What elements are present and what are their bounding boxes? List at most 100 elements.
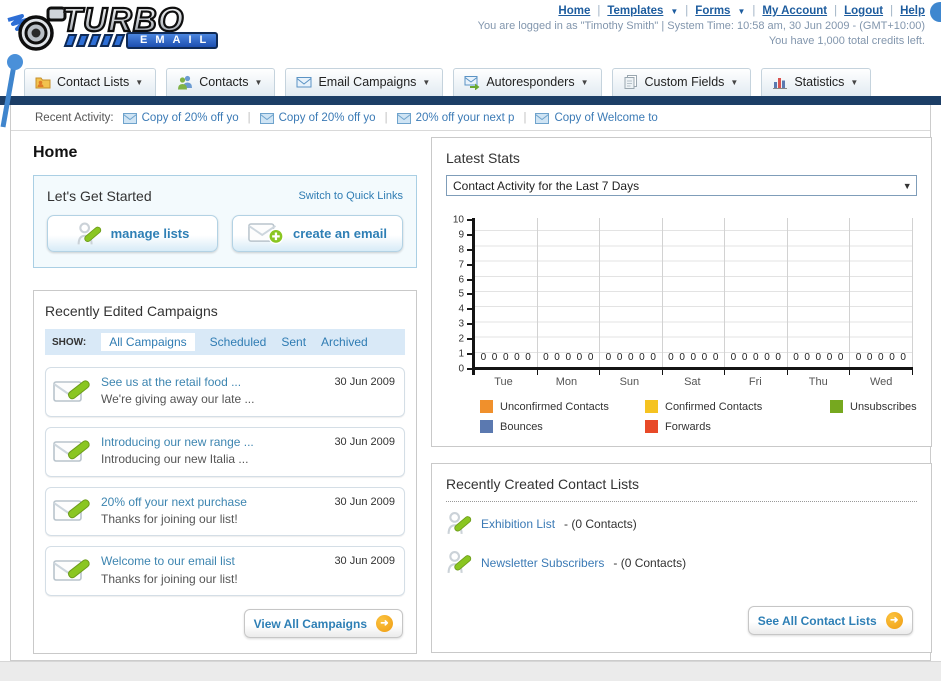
campaign-link[interactable]: Welcome to our email list <box>101 553 238 570</box>
chevron-down-icon: ▼ <box>422 77 431 87</box>
envelope-pencil-icon <box>53 499 90 522</box>
filter-scheduled[interactable]: Scheduled <box>210 335 267 349</box>
legend-swatch <box>830 400 843 413</box>
campaign-row: Introducing our new range ... Introducin… <box>45 426 405 477</box>
logo-title: TURBO <box>61 2 218 37</box>
switch-quick-links-link[interactable]: Switch to Quick Links <box>298 190 403 202</box>
legend-swatch <box>480 420 493 433</box>
chevron-down-icon: ▼ <box>135 77 144 87</box>
logo-subtitle: EMAIL <box>126 32 219 49</box>
envelope-icon <box>259 112 274 124</box>
legend-swatch <box>645 420 658 433</box>
legend-confirmed-contacts: Confirmed Contacts <box>645 400 830 413</box>
nav-link-templates[interactable]: Templates <box>607 5 663 17</box>
separator <box>597 5 600 17</box>
envelope-icon <box>535 112 550 124</box>
contact-list-count: - (0 Contacts) <box>564 516 637 531</box>
nav-link-logout[interactable]: Logout <box>844 5 883 17</box>
top-nav: Home Templates ▼ Forms ▼ My Account Logout… <box>478 5 925 17</box>
manage-lists-button[interactable]: manage lists <box>47 215 218 252</box>
filter-all-campaigns[interactable]: All Campaigns <box>101 333 195 351</box>
chart-day-group: 00000 <box>663 218 726 367</box>
filter-sent[interactable]: Sent <box>281 335 306 349</box>
chart-day-group: 00000 <box>475 218 538 367</box>
contact-activity-chart: 10 9 8 7 6 5 4 3 2 1 0 0 0 0 0 0 0 0 0 0… <box>448 215 913 388</box>
envelope-icon <box>296 77 312 88</box>
main-nav-tabs: Contact Lists ▼ Contacts ▼ Email Campaigns… <box>0 66 941 96</box>
nav-link-home[interactable]: Home <box>558 5 590 17</box>
envelope-icon <box>396 112 411 124</box>
right-column: Latest Stats Contact Activity for the La… <box>431 137 932 654</box>
filter-archived[interactable]: Archived <box>321 335 368 349</box>
contact-list-row: Exhibition List - (0 Contacts) <box>446 504 917 543</box>
footer <box>0 661 941 681</box>
envelope-pencil-icon <box>53 559 90 582</box>
turbo-email-logo[interactable]: TURBO EMAIL <box>6 2 219 54</box>
see-all-contact-lists-button[interactable]: See All Contact Lists ➜ <box>747 606 913 635</box>
get-started-panel: Let's Get Started Switch to Quick Links … <box>33 175 417 268</box>
chevron-down-icon: ▼ <box>850 77 859 87</box>
divider-bar <box>0 96 941 105</box>
nav-link-help[interactable]: Help <box>900 5 925 17</box>
campaign-date: 30 Jun 2009 <box>334 376 395 388</box>
separator <box>523 112 526 124</box>
campaign-row: 20% off your next purchase Thanks for jo… <box>45 486 405 537</box>
contact-list-count: - (0 Contacts) <box>613 555 687 570</box>
envelope-pencil-icon <box>53 380 90 402</box>
campaign-subject: Thanks for joining our list! <box>101 511 238 526</box>
envelope-plus-icon <box>248 223 284 245</box>
recent-activity-item[interactable]: Copy of 20% off yo <box>259 112 376 124</box>
campaign-link[interactable]: 20% off your next purchase <box>101 494 247 511</box>
campaign-subject: Introducing our new Italia ... <box>101 452 249 467</box>
legend-swatch <box>645 400 658 413</box>
chart-day-group: 00000 <box>850 218 913 367</box>
separator <box>752 5 755 17</box>
chevron-down-icon: ▼ <box>254 77 263 87</box>
legend-unsubscribes: Unsubscribes <box>830 400 917 413</box>
campaign-link[interactable]: See us at the retail food ... <box>101 374 254 391</box>
create-email-button[interactable]: create an email <box>232 215 403 252</box>
tab-email-campaigns[interactable]: Email Campaigns ▼ <box>285 68 444 96</box>
chart-y-axis: 10 9 8 7 6 5 4 3 2 1 0 <box>448 215 472 374</box>
chart-day-group: 00000 <box>725 218 788 367</box>
chart-x-axis: Tue Mon Sun Sat Fri Thu Wed <box>494 376 893 388</box>
recently-edited-campaigns-panel: Recently Edited Campaigns SHOW: All Camp… <box>33 290 417 655</box>
campaign-date: 30 Jun 2009 <box>334 435 395 448</box>
tab-statistics[interactable]: Statistics ▼ <box>761 68 872 96</box>
view-all-campaigns-button[interactable]: View All Campaigns ➜ <box>243 609 403 639</box>
stats-report-select[interactable]: Contact Activity for the Last 7 Days ▼ <box>446 175 917 196</box>
chart-day-group: 00000 <box>538 218 601 367</box>
tab-contact-lists[interactable]: Contact Lists ▼ <box>24 68 157 96</box>
contact-list-link[interactable]: Exhibition List <box>481 517 555 531</box>
header: TURBO EMAIL Home Templates ▼ <box>0 0 941 128</box>
recent-activity-item[interactable]: Copy of 20% off yo <box>122 112 239 124</box>
recent-activity-item[interactable]: 20% off your next p <box>396 112 514 124</box>
chevron-down-icon: ▼ <box>902 180 912 191</box>
campaign-row: See us at the retail food ... We're givi… <box>45 367 405 417</box>
logo-banner-row: EMAIL <box>62 32 219 49</box>
campaign-link[interactable]: Introducing our new range ... <box>101 434 254 451</box>
tab-autoresponders[interactable]: Autoresponders ▼ <box>453 68 602 96</box>
chevron-down-icon: ▼ <box>670 6 679 16</box>
legend-bounces: Bounces <box>480 420 645 433</box>
legend-forwards: Forwards <box>645 420 830 433</box>
separator <box>890 5 893 17</box>
chart-plot-area: 00000 00000 00000 00000 00000 00000 0000… <box>472 218 913 370</box>
separator <box>248 112 251 124</box>
arrow-right-icon: ➜ <box>376 615 393 633</box>
nav-link-forms[interactable]: Forms <box>695 5 730 17</box>
recently-created-contact-lists-panel: Recently Created Contact Lists Exhibitio… <box>431 463 932 653</box>
campaign-subject: Thanks for joining our list! <box>101 571 238 586</box>
tab-contacts[interactable]: Contacts ▼ <box>166 68 276 96</box>
latest-stats-panel: Latest Stats Contact Activity for the La… <box>431 137 932 447</box>
recent-activity-label: Recent Activity: <box>35 112 114 124</box>
contacts-people-icon <box>178 75 193 90</box>
nav-link-my-account[interactable]: My Account <box>762 5 827 17</box>
page-title: Home <box>33 144 78 161</box>
contact-list-link[interactable]: Newsletter Subscribers <box>481 556 604 570</box>
campaign-date: 30 Jun 2009 <box>334 555 395 568</box>
pages-icon <box>624 75 637 89</box>
recent-activity-item[interactable]: Copy of Welcome to <box>535 112 658 124</box>
tab-custom-fields[interactable]: Custom Fields ▼ <box>611 68 752 96</box>
get-started-title: Let's Get Started <box>47 188 152 204</box>
